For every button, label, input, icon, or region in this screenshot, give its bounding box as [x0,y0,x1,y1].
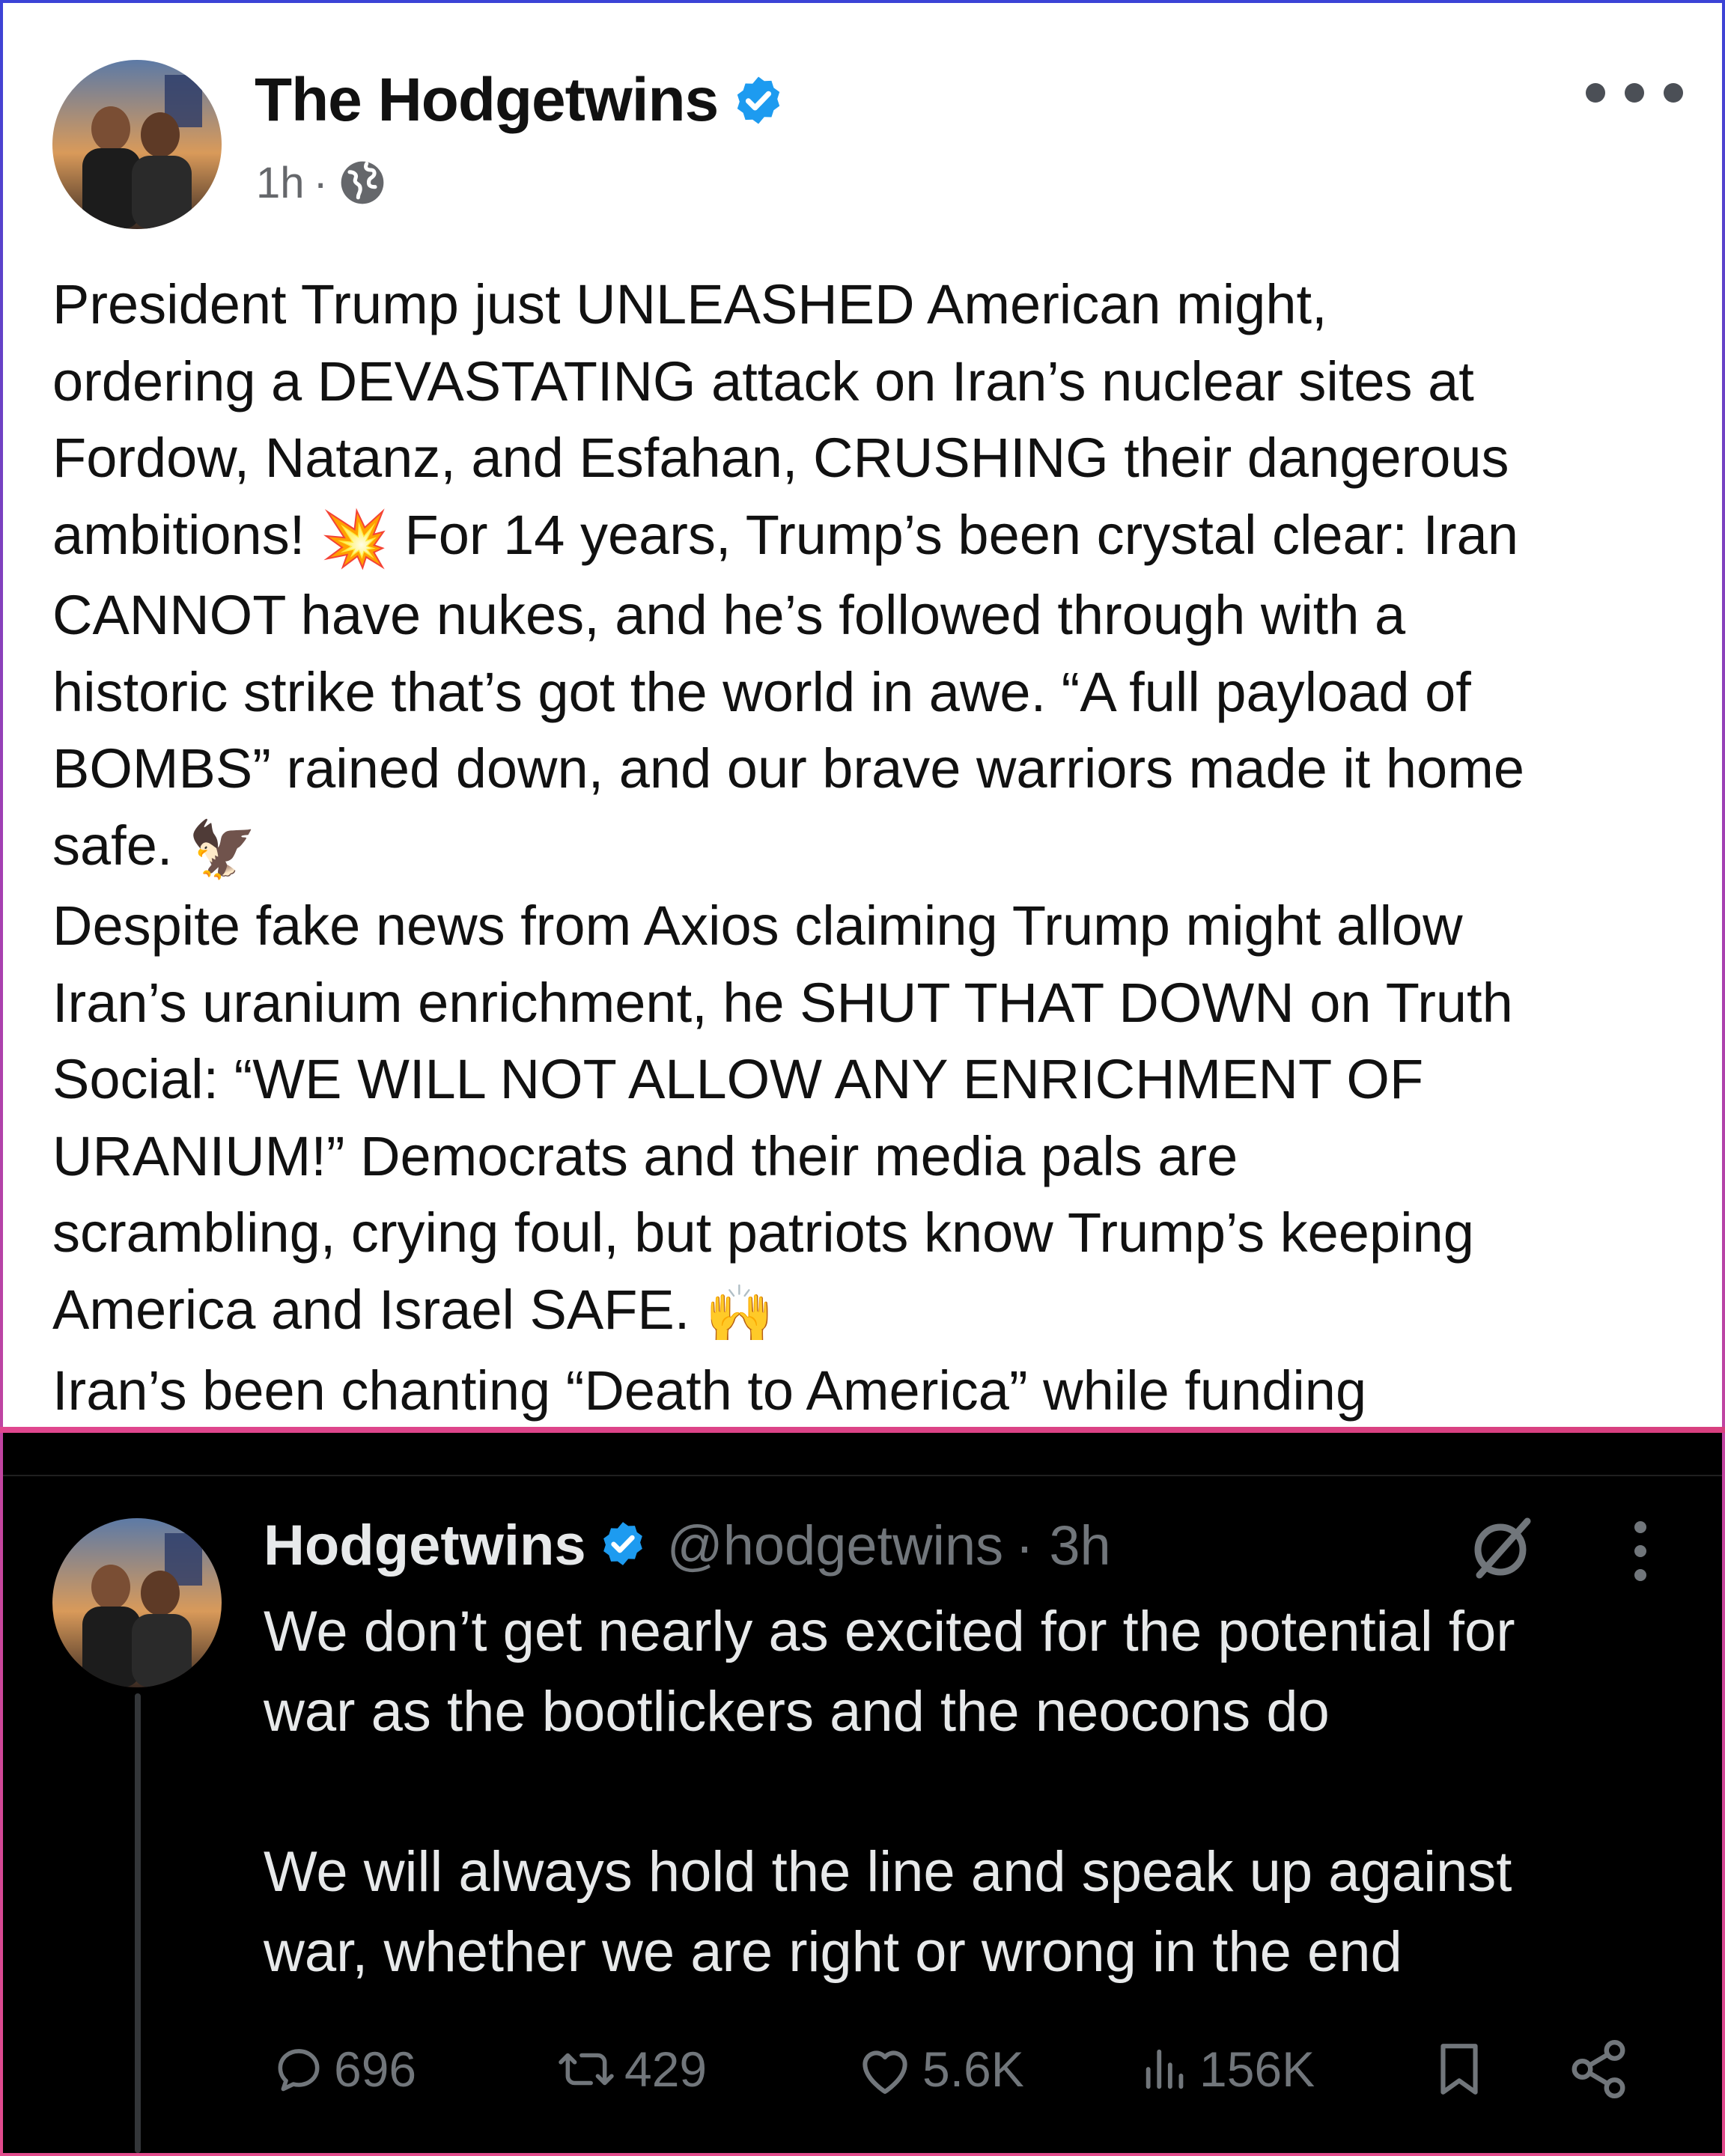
author-name[interactable]: The Hodgetwins [255,65,719,135]
repost-icon [559,2053,614,2086]
like-icon [862,2050,907,2094]
share-button[interactable] [1566,2032,1631,2107]
bookmark-button[interactable] [1432,2032,1487,2107]
author-name[interactable]: Hodgetwins [264,1513,586,1578]
reply-icon [278,2049,320,2092]
verified-badge-icon [731,73,785,127]
post-time[interactable]: · 3h [1015,1514,1111,1577]
post-body: We don’t get nearly as excited for the p… [264,1592,1686,1992]
separator-line [3,1475,1722,1476]
panel-divider [0,1427,1725,1433]
verified-badge-icon [598,1519,648,1572]
action-bar: 696 429 5.6K 156K [264,2032,1634,2107]
facebook-post: The Hodgetwins 1h · President Trump just… [3,3,1722,1427]
globe-icon [337,157,388,208]
grok-icon[interactable] [1463,1511,1538,1586]
collision-emoji: 💥 [320,507,389,570]
post-line: BOMBS” rained down, and our brave warrio… [52,737,1524,800]
more-options-icon[interactable] [1629,1521,1652,1581]
repost-count: 429 [624,2041,708,2097]
author-avatar[interactable] [52,60,222,229]
meta-separator: · [313,158,328,207]
post-blank-line [264,1752,1686,1832]
post-body: President Trump just UNLEASHED American … [52,267,1700,1427]
more-options-icon[interactable] [1586,70,1683,115]
thread-line [135,1693,141,2153]
post-time[interactable]: 1h [256,158,305,208]
author-avatar[interactable] [52,1518,222,1687]
repost-button[interactable]: 429 [556,2032,707,2107]
post-line: President Trump just UNLEASHED American … [52,273,1327,335]
like-count: 5.6K [922,2041,1024,2097]
post-line: We will always hold the line and speak u… [264,1840,1512,1904]
raised-hands-emoji: 🙌 [705,1282,775,1345]
post-line: war as the bootlickers and the neocons d… [264,1680,1330,1744]
post-line: safe. 🦅 [52,808,1700,889]
post-line: Iran’s been chanting “Death to America” … [52,1359,1367,1422]
bookmark-icon [1440,2044,1478,2095]
reply-button[interactable]: 696 [271,2032,416,2107]
post-text: America and Israel SAFE. [52,1278,690,1341]
like-button[interactable]: 5.6K [855,2032,1024,2107]
post-line: URANIUM!” Democrats and their media pals… [52,1124,1238,1187]
share-icon [1572,2039,1625,2099]
author-handle[interactable]: @hodgetwins [667,1514,1004,1577]
post-meta: 1h · [256,153,388,213]
post-line: ambitions! 💥 For 14 years, Trump’s been … [52,497,1700,578]
post-header: Hodgetwins @hodgetwins · 3h [264,1508,1111,1583]
post-text: ambitions! [52,503,305,566]
post-line: scrambling, crying foul, but patriots kn… [52,1202,1474,1264]
post-line: We don’t get nearly as excited for the p… [264,1600,1515,1663]
post-line: CANNOT have nukes, and he’s followed thr… [52,584,1406,647]
post-line: America and Israel SAFE. 🙌 [52,1272,1700,1353]
eagle-emoji: 🦅 [188,817,258,880]
x-post: Hodgetwins @hodgetwins · 3h We don’t get… [3,1433,1722,2153]
author-row: The Hodgetwins [255,63,785,138]
post-line: war, whether we are right or wrong in th… [264,1920,1402,1984]
post-line: historic strike that’s got the world in … [52,660,1471,723]
post-line: ordering a DEVASTATING attack on Iran’s … [52,350,1474,412]
reply-count: 696 [334,2041,417,2097]
post-line: Despite fake news from Axios claiming Tr… [52,895,1463,957]
views-icon [1146,2049,1184,2089]
post-text: For 14 years, Trump’s been crystal clear… [404,503,1518,566]
post-line: Fordow, Natanz, and Esfahan, CRUSHING th… [52,427,1509,489]
post-line: Iran’s uranium enrichment, he SHUT THAT … [52,971,1513,1034]
post-text: safe. [52,814,173,877]
views-button[interactable]: 156K [1140,2032,1315,2107]
views-count: 156K [1199,2041,1315,2097]
post-line: Social: “WE WILL NOT ALLOW ANY ENRICHMEN… [52,1048,1424,1111]
